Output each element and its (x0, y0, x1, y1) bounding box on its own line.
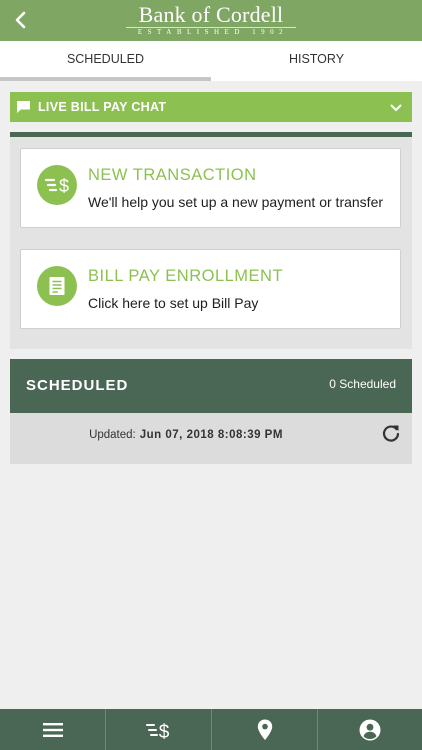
location-pin-icon[interactable] (211, 709, 317, 750)
updated-value: Jun 07, 2018 8:08:39 PM (139, 429, 283, 441)
money-transfer-icon: $ (37, 165, 77, 205)
app-header: Bank of Cordell ESTABLISHED 1902 (0, 0, 422, 41)
svg-text:$: $ (158, 722, 169, 741)
scheduled-title: SCHEDULED (26, 377, 129, 394)
svg-text:$: $ (59, 176, 69, 196)
bill-pay-enrollment-description: Click here to set up Bill Pay (88, 295, 259, 311)
bank-logo: Bank of Cordell ESTABLISHED 1902 (118, 3, 304, 39)
live-chat-label: LIVE BILL PAY CHAT (38, 100, 167, 114)
live-chat-bar[interactable]: LIVE BILL PAY CHAT (10, 92, 412, 122)
chevron-down-icon[interactable] (390, 101, 402, 113)
new-transaction-title: NEW TRANSACTION (88, 166, 257, 184)
new-transaction-description: We'll help you set up a new payment or t… (88, 194, 384, 210)
refresh-icon[interactable] (381, 423, 401, 443)
tab-scheduled[interactable]: SCHEDULED (0, 41, 211, 81)
document-icon (37, 266, 77, 306)
tab-history[interactable]: HISTORY (211, 41, 422, 81)
bottom-nav: $ (0, 709, 422, 750)
money-transfer-icon[interactable]: $ (105, 709, 211, 750)
updated-label: Updated: (89, 429, 136, 441)
tab-bar: SCHEDULED HISTORY (0, 41, 422, 81)
actions-panel: $ NEW TRANSACTION We'll help you set up … (10, 132, 412, 349)
account-icon[interactable] (317, 709, 422, 750)
menu-icon[interactable] (0, 709, 105, 750)
new-transaction-card[interactable]: $ NEW TRANSACTION We'll help you set up … (20, 148, 401, 228)
logo-subtitle: ESTABLISHED 1902 (126, 27, 296, 37)
chat-bubble-icon (17, 100, 30, 113)
bill-pay-enrollment-title: BILL PAY ENROLLMENT (88, 267, 284, 285)
back-arrow-icon[interactable] (10, 8, 32, 32)
logo-name: Bank of Cordell (138, 2, 284, 27)
updated-row: Updated: Jun 07, 2018 8:08:39 PM (10, 413, 412, 464)
scheduled-header: SCHEDULED 0 Scheduled (10, 359, 412, 413)
updated-timestamp: Updated: Jun 07, 2018 8:08:39 PM (10, 413, 362, 457)
scheduled-count: 0 Scheduled (329, 377, 396, 391)
bill-pay-enrollment-card[interactable]: BILL PAY ENROLLMENT Click here to set up… (20, 249, 401, 329)
